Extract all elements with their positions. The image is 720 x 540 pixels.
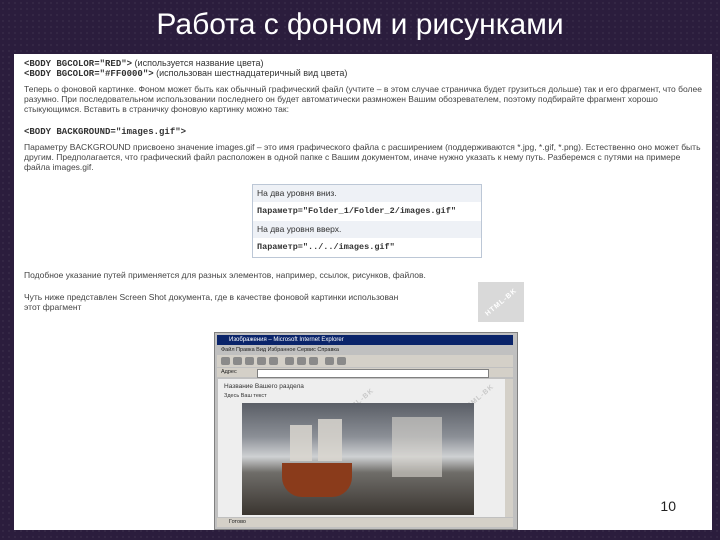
paragraph-1: Теперь о фоновой картинке. Фоном может б… [24,84,702,114]
ship-hull [282,463,352,497]
note-1: (используется название цвета) [134,58,264,68]
slide-number: 10 [660,498,676,514]
mail-icon [325,357,334,365]
print-icon [337,357,346,365]
table-row: Параметр="Folder_1/Folder_2/images.gif" [257,206,456,216]
table-row: На два уровня вниз. [253,185,481,202]
search-icon [285,357,294,365]
code-bgcolor-hex: <BODY BGCOLOR="#FF0000"> [24,69,154,79]
code-body-background: <BODY BACKGROUND="images.gif"> [24,127,187,137]
browser-title-bar: Изображения – Microsoft Internet Explore… [217,335,513,345]
page-heading: Название Вашего раздела [224,383,304,390]
home-icon [269,357,278,365]
ship-sail [392,417,442,477]
table-row: Параметр="../../images.gif" [257,242,395,252]
code-line-2: <BODY BGCOLOR="#FF0000"> (использован ше… [24,68,347,79]
browser-menu-bar: Файл Правка Вид Избранное Сервис Справка [221,347,339,353]
browser-toolbar [217,355,513,367]
browser-status-bar: Готово [217,518,513,527]
browser-screenshot: Изображения – Microsoft Internet Explore… [214,332,518,530]
slide-title: Работа с фоном и рисунками [156,8,564,41]
page-text: Здесь Ваш текст [224,393,267,399]
table-row: На два уровня вверх. [253,221,481,238]
ship-picture [242,403,474,515]
paragraph-4a: Чуть ниже представлен Screen Shot докуме… [24,292,399,302]
paragraph-4b: этот фрагмент [24,302,82,312]
forward-icon [233,357,242,365]
stop-icon [245,357,254,365]
watermark-text: HTML-BK [483,286,519,318]
ship-sail [290,425,312,461]
browser-address-bar: Адрес [217,368,513,378]
refresh-icon [257,357,266,365]
paragraph-3: Подобное указание путей применяется для … [24,270,426,280]
code-background: <BODY BACKGROUND="images.gif"> [24,126,186,137]
note-2: (использован шестнадцатеричный вид цвета… [156,68,348,78]
slide-content: <BODY BGCOLOR="RED"> (используется назва… [14,54,712,530]
address-label: Адрес [221,369,237,375]
paths-table: На два уровня вниз. Параметр="Folder_1/F… [252,184,482,258]
background-fragment-image: HTML-BK [478,282,524,322]
browser-scrollbar [505,379,513,517]
back-icon [221,357,230,365]
paragraph-2: Параметру BACKGROUND присвоено значение … [24,142,701,172]
browser-page: HTML-BK HTML-BK HTML-BK Название Вашего … [218,379,505,517]
favorites-icon [297,357,306,365]
ship-sail [318,419,342,461]
address-input [257,369,489,378]
history-icon [309,357,318,365]
